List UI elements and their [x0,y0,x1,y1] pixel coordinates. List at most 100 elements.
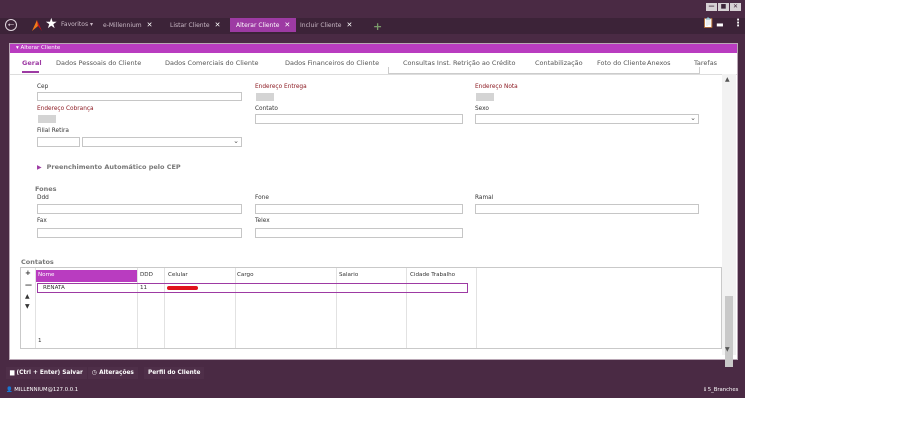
chat-icon[interactable]: ▬ [716,20,724,29]
column-header-cidade-trabalho[interactable]: Cidade Trabalho [410,272,455,278]
add-tab-button[interactable]: + [373,20,382,33]
column-header-nome[interactable]: Nome [36,270,137,282]
add-row-button[interactable]: + [25,269,31,277]
telex-input[interactable] [255,228,463,238]
redacted-celular-bar [167,286,198,290]
tab-foto-do-cliente[interactable]: Foto do Cliente [597,59,646,67]
user-label: MILLENNIUM@127.0.0.1 [14,387,79,393]
chevron-down-icon: ⌄ [690,114,696,122]
fax-input[interactable] [37,228,242,238]
ddd-input[interactable] [37,204,242,214]
column-header-salario[interactable]: Salario [339,272,358,278]
tab-label: Listar Cliente [170,22,210,29]
tab-tarefas[interactable]: Tarefas [694,59,717,67]
tab-dados-financeiros[interactable]: Dados Financeiros do Cliente [285,59,379,67]
tab-geral[interactable]: Geral [22,59,42,67]
scroll-down-icon[interactable]: ▼ [725,346,730,353]
tab-consultas[interactable]: Consultas Inst. Retrição ao Crédito [403,59,515,67]
close-tab-icon[interactable]: ✕ [346,21,352,29]
changes-button[interactable]: ◷ Alterações [88,367,138,379]
endereco-nota-button[interactable] [476,93,494,101]
more-vertical-icon[interactable]: ⋮ [733,18,743,29]
scrollbar-thumb[interactable] [725,296,733,372]
cep-label: Cep [37,84,49,90]
title-bar: — ■ ✕ [0,0,745,18]
filial-retira-code-input[interactable] [37,137,80,147]
cell-nome[interactable]: RENATA [43,285,65,291]
user-icon: 👤 [6,387,13,393]
vertical-scrollbar[interactable]: ▲ ▼ [722,74,736,372]
section-label: Preenchimento Automático pelo CEP [46,163,181,171]
table-row[interactable] [37,283,468,293]
fones-heading: Fones [35,185,57,193]
remove-row-button[interactable]: — [25,281,32,289]
column-header-cargo[interactable]: Cargo [237,272,254,278]
tab-incluir-cliente[interactable]: Incluir Cliente ✕ [300,18,352,32]
millennium-logo-icon [32,20,42,31]
cep-input[interactable] [37,92,242,101]
move-up-button[interactable]: ▲ [25,293,30,300]
move-down-button[interactable]: ▼ [25,303,30,310]
scroll-up-icon[interactable]: ▲ [725,76,730,83]
sexo-select[interactable]: ⌄ [475,114,699,124]
grid-divider [137,268,138,348]
tab-dados-comerciais[interactable]: Dados Comerciais do Cliente [165,59,259,67]
grid-divider [336,268,337,348]
preenchimento-cep-section[interactable]: ▶ Preenchimento Automático pelo CEP [37,163,181,171]
fone-label: Fone [255,195,269,201]
history-icon: ◷ [92,370,98,376]
branches-status[interactable]: ℹ 5_Branches [704,387,738,393]
tab-label: Alterar Cliente [236,22,280,29]
close-tab-icon[interactable]: ✕ [215,21,221,29]
endereco-nota-label: Endereço Nota [475,84,518,90]
maximize-button[interactable]: ■ [718,3,729,11]
telex-label: Telex [255,218,270,224]
back-circle-icon[interactable]: ⭠ [5,19,17,31]
tab-e-millennium[interactable]: e-Millennium ✕ [103,18,153,32]
tab-alterar-cliente[interactable]: Alterar Cliente ✕ [230,18,297,32]
close-window-button[interactable]: ✕ [730,3,741,11]
fone-input[interactable] [255,204,463,214]
tab-label: e-Millennium [103,22,142,29]
user-status: 👤 MILLENNIUM@127.0.0.1 [6,387,78,393]
endereco-cobranca-label: Endereço Cobrança [37,106,94,112]
branches-label: 5_Branches [707,387,739,393]
chevron-down-icon: ⌄ [233,137,239,145]
app-window: — ■ ✕ ⭠ ★ Favoritos ▾ e-Millennium ✕ List… [0,0,745,398]
clipboard-icon[interactable]: 📋 [702,18,714,29]
grid-divider [476,268,477,348]
endereco-entrega-button[interactable] [256,93,274,101]
grid-divider [406,268,407,348]
panel-header[interactable]: ▾ Alterar Cliente [10,44,737,53]
favorites-menu[interactable]: Favoritos ▾ [61,18,93,32]
grid-divider [164,268,165,348]
close-tab-icon[interactable]: ✕ [284,21,290,29]
changes-label: Alterações [99,370,134,376]
tab-listar-cliente[interactable]: Listar Cliente ✕ [170,18,220,32]
column-header-celular[interactable]: Celular [168,272,188,278]
endereco-entrega-label: Endereço Entrega [255,84,307,90]
cell-ddd[interactable]: 11 [140,285,147,291]
active-tab-indicator [22,71,39,73]
star-icon[interactable]: ★ [45,17,58,31]
sexo-label: Sexo [475,106,489,112]
minimize-button[interactable]: — [706,3,717,11]
filial-retira-select[interactable]: ⌄ [82,137,242,147]
favorites-label: Favoritos [61,21,89,28]
caret-right-icon: ▶ [37,164,42,171]
tab-contabilizacao[interactable]: Contabilização [535,59,583,67]
fax-label: Fax [37,218,47,224]
ramal-input[interactable] [475,204,699,214]
endereco-cobranca-button[interactable] [38,115,56,123]
column-header-ddd[interactable]: DDD [140,272,153,278]
contato-label: Contato [255,106,278,112]
close-tab-icon[interactable]: ✕ [147,21,153,29]
info-icon: ℹ [704,387,707,393]
save-button[interactable]: ▆ (Ctrl + Enter) Salvar [6,367,87,379]
save-icon: ▆ [10,370,15,376]
profile-button[interactable]: Perfil do Cliente [144,367,205,379]
column-header-label: Nome [38,272,55,278]
tab-anexos[interactable]: Anexos [647,59,670,67]
tab-dados-pessoais[interactable]: Dados Pessoais do Cliente [56,59,141,67]
contato-input[interactable] [255,114,463,124]
